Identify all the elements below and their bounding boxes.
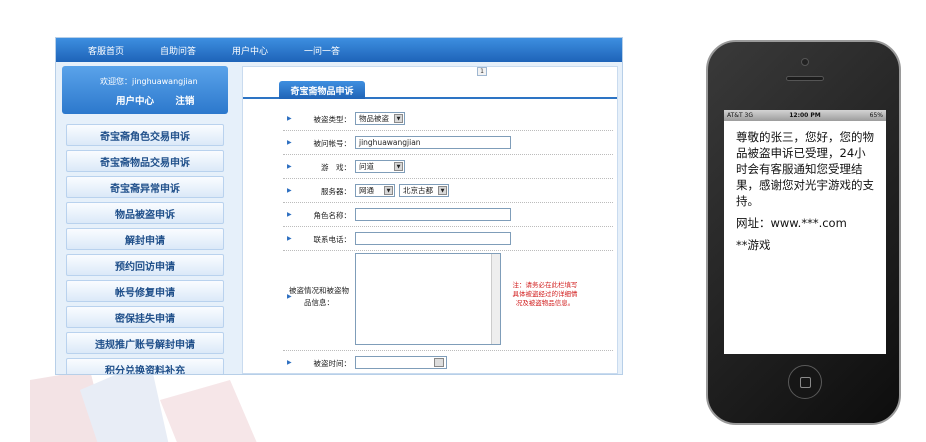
form-row-server: ▶ 服务器： 网通 ▼ 北京古都 ▼ <box>283 179 613 203</box>
sidebar-item-role-trade-appeal[interactable]: 奇宝斋角色交易申诉 <box>66 124 224 146</box>
chevron-down-icon: ▼ <box>384 186 393 195</box>
form-row-type: ▶ 被盗类型： 物品被盗 ▼ <box>283 107 613 131</box>
account-input[interactable]: jinghuawangjian <box>355 136 511 149</box>
website-line: 网址：www.***.com <box>736 216 847 230</box>
type-label: 被盗类型： <box>313 115 352 124</box>
form-row-detail: ▶ 被盗情况和被盗物品信息： 注：请务必在此栏填写具体被盗经过的详细情况及被盗物… <box>283 251 613 351</box>
sidebar-item-promo-unban[interactable]: 违规推广账号解封申请 <box>66 332 224 354</box>
message-body: 尊敬的张三，您好，您的物品被盗申诉已受理，24小时会有客服通知您受理结果，感谢您… <box>736 130 874 208</box>
top-navigation: 客服首页 自助问答 用户中心 一问一答 <box>56 38 622 62</box>
nav-item-user-center[interactable]: 用户中心 <box>232 44 268 57</box>
user-links: 用户中心 注销 <box>116 93 212 107</box>
sidebar-item-unban-request[interactable]: 解封申请 <box>66 228 224 250</box>
page-number[interactable]: 1 <box>477 67 487 76</box>
sidebar-item-item-trade-appeal[interactable]: 奇宝斋物品交易申诉 <box>66 150 224 172</box>
server-name-select[interactable]: 北京古都 ▼ <box>399 184 449 197</box>
tab-bar: 奇宝斋物品申诉 <box>243 81 617 99</box>
detail-label: 被盗情况和被盗物品信息： <box>289 286 349 307</box>
scrollbar[interactable] <box>491 254 500 344</box>
game-label: 游 戏： <box>321 163 351 172</box>
form-row-role: ▶ 角色名称： <box>283 203 613 227</box>
sidebar-menu: 奇宝斋角色交易申诉 奇宝斋物品交易申诉 奇宝斋异常申诉 物品被盗申诉 解封申请 … <box>56 124 234 374</box>
chevron-down-icon: ▼ <box>394 162 403 171</box>
phone-screen: AT&T 3G 12:00 PM 65% 尊敬的张三，您好，您的物品被盗申诉已受… <box>724 110 886 354</box>
welcome-text: 欢迎您：jinghuawangjian <box>100 77 198 86</box>
sidebar-item-stolen-item-appeal[interactable]: 物品被盗申诉 <box>66 202 224 224</box>
tab-item-appeal[interactable]: 奇宝斋物品申诉 <box>279 81 365 99</box>
logout-link[interactable]: 注销 <box>175 96 194 107</box>
time-input[interactable] <box>355 356 447 369</box>
sms-message: 尊敬的张三，您好，您的物品被盗申诉已受理，24小时会有客服通知您受理结果，感谢您… <box>724 121 886 253</box>
sidebar-item-points-supplement[interactable]: 积分兑换资料补充 <box>66 358 224 374</box>
sidebar-item-callback-request[interactable]: 预约回访申请 <box>66 254 224 276</box>
phone-mockup: AT&T 3G 12:00 PM 65% 尊敬的张三，您好，您的物品被盗申诉已受… <box>706 40 901 425</box>
content-panel: 1 奇宝斋物品申诉 ▶ 被盗类型： 物品被盗 ▼ ▶ 被问帐号： jinghua… <box>242 66 618 374</box>
user-center-link[interactable]: 用户中心 <box>116 96 154 107</box>
user-panel: 欢迎您：jinghuawangjian 用户中心 注销 <box>62 66 228 114</box>
detail-note: 注：请务必在此栏填写具体被盗经过的详细情况及被盗物品信息。 <box>512 281 578 307</box>
time-label: 被盗时间： <box>313 359 352 368</box>
type-select[interactable]: 物品被盗 ▼ <box>355 112 405 125</box>
account-label: 被问帐号： <box>313 139 352 148</box>
calendar-icon[interactable] <box>434 358 444 367</box>
phone-label: 联系电话： <box>313 235 352 244</box>
nav-item-home[interactable]: 客服首页 <box>88 44 124 57</box>
role-name-input[interactable] <box>355 208 511 221</box>
home-button[interactable] <box>788 365 822 399</box>
chevron-down-icon: ▼ <box>438 186 447 195</box>
server-label: 服务器： <box>321 187 351 196</box>
carrier-label: AT&T 3G <box>727 112 754 119</box>
form-row-game: ▶ 游 戏： 问道 ▼ <box>283 155 613 179</box>
battery-indicator: 65% <box>869 112 883 119</box>
home-square-icon <box>800 377 811 388</box>
nav-item-self-help[interactable]: 自助问答 <box>160 44 196 57</box>
game-select[interactable]: 问道 ▼ <box>355 160 405 173</box>
clock: 12:00 PM <box>789 112 821 119</box>
sidebar-item-account-repair[interactable]: 帐号修复申请 <box>66 280 224 302</box>
form-row-phone: ▶ 联系电话： <box>283 227 613 251</box>
sidebar-item-security-loss[interactable]: 密保挂失申请 <box>66 306 224 328</box>
sidebar: 欢迎您：jinghuawangjian 用户中心 注销 奇宝斋角色交易申诉 奇宝… <box>56 66 234 374</box>
speaker-icon <box>786 76 824 81</box>
sidebar-item-abnormal-appeal[interactable]: 奇宝斋异常申诉 <box>66 176 224 198</box>
web-app-window: 客服首页 自助问答 用户中心 一问一答 欢迎您：jinghuawangjian … <box>55 37 623 375</box>
status-bar: AT&T 3G 12:00 PM 65% <box>724 110 886 121</box>
signature-line: **游戏 <box>736 238 771 252</box>
role-label: 角色名称： <box>313 211 352 220</box>
server-region-select[interactable]: 网通 ▼ <box>355 184 395 197</box>
nav-item-qa[interactable]: 一问一答 <box>304 44 340 57</box>
chevron-down-icon: ▼ <box>394 114 403 123</box>
form-row-time: ▶ 被盗时间： <box>283 351 613 374</box>
detail-textarea[interactable] <box>355 253 501 345</box>
form-row-account: ▶ 被问帐号： jinghuawangjian <box>283 131 613 155</box>
camera-icon <box>801 58 809 66</box>
appeal-form: ▶ 被盗类型： 物品被盗 ▼ ▶ 被问帐号： jinghuawangjian ▶… <box>283 107 613 374</box>
phone-input[interactable] <box>355 232 511 245</box>
page-body: 欢迎您：jinghuawangjian 用户中心 注销 奇宝斋角色交易申诉 奇宝… <box>56 62 622 374</box>
